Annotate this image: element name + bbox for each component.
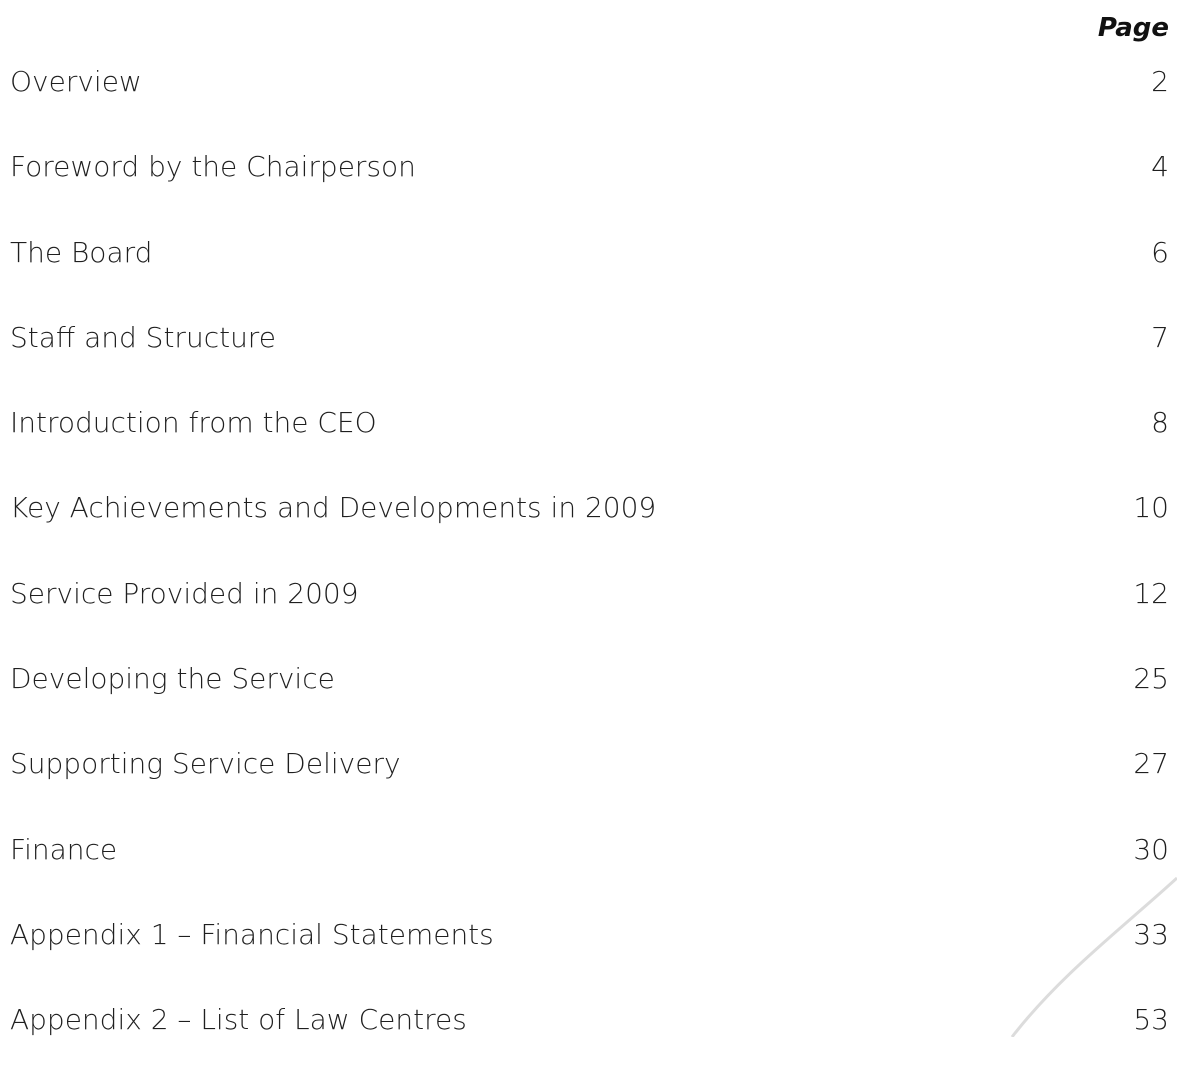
toc-entry-title: Foreword by the Chairperson [10,150,416,184]
toc-entry-title: Appendix 2 – List of Law Centres [10,1003,467,1037]
toc-entry-overview[interactable]: Overview 2 [10,60,1169,145]
toc-entry-staff[interactable]: Staff and Structure 7 [10,316,1169,401]
toc-entry-key-achievements[interactable]: Key Achievements and Developments in 200… [10,486,1169,571]
toc-entry-title: Finance [10,832,118,866]
toc-entry-developing-service[interactable]: Developing the Service 25 [10,657,1169,742]
toc-entry-title: Staff and Structure [10,320,276,354]
toc-entry-page: 33 [1133,917,1169,951]
toc-entry-page: 2 [1151,65,1169,98]
toc-entry-appendix-2[interactable]: Appendix 2 – List of Law Centres 53 [10,998,1169,1083]
toc-entry-page: 4 [1151,150,1169,184]
toc-entry-page: 6 [1151,235,1169,269]
toc-entry-title: Supporting Service Delivery [10,747,401,781]
toc-entry-service-provided[interactable]: Service Provided in 2009 12 [10,572,1169,657]
table-of-contents: Overview 2 Foreword by the Chairperson 4… [10,60,1169,1084]
toc-entry-title: Introduction from the CEO [10,406,377,440]
toc-entry-board[interactable]: The Board 6 [10,231,1169,316]
toc-entry-ceo-introduction[interactable]: Introduction from the CEO 8 [10,401,1169,486]
toc-entry-title: Key Achievements and Developments in 200… [10,491,657,525]
toc-entry-page: 12 [1133,576,1169,610]
page-column-header: Page [1097,13,1169,43]
toc-entry-page: 53 [1133,1003,1169,1037]
toc-entry-supporting-delivery[interactable]: Supporting Service Delivery 27 [10,742,1169,827]
toc-entry-page: 27 [1133,747,1169,781]
toc-entry-page: 8 [1151,406,1169,440]
toc-entry-appendix-1[interactable]: Appendix 1 – Financial Statements 33 [10,913,1169,998]
toc-entry-title: The Board [10,235,153,269]
toc-entry-title: Appendix 1 – Financial Statements [10,917,494,951]
toc-entry-title: Overview [10,65,142,98]
toc-entry-foreword[interactable]: Foreword by the Chairperson 4 [10,145,1169,230]
toc-entry-page: 10 [1133,491,1169,525]
toc-entry-title: Service Provided in 2009 [10,576,359,610]
toc-entry-page: 7 [1151,320,1169,354]
toc-entry-page: 25 [1133,662,1169,696]
toc-entry-title: Developing the Service [10,662,335,696]
toc-entry-page: 30 [1133,832,1169,866]
toc-entry-finance[interactable]: Finance 30 [10,828,1169,913]
